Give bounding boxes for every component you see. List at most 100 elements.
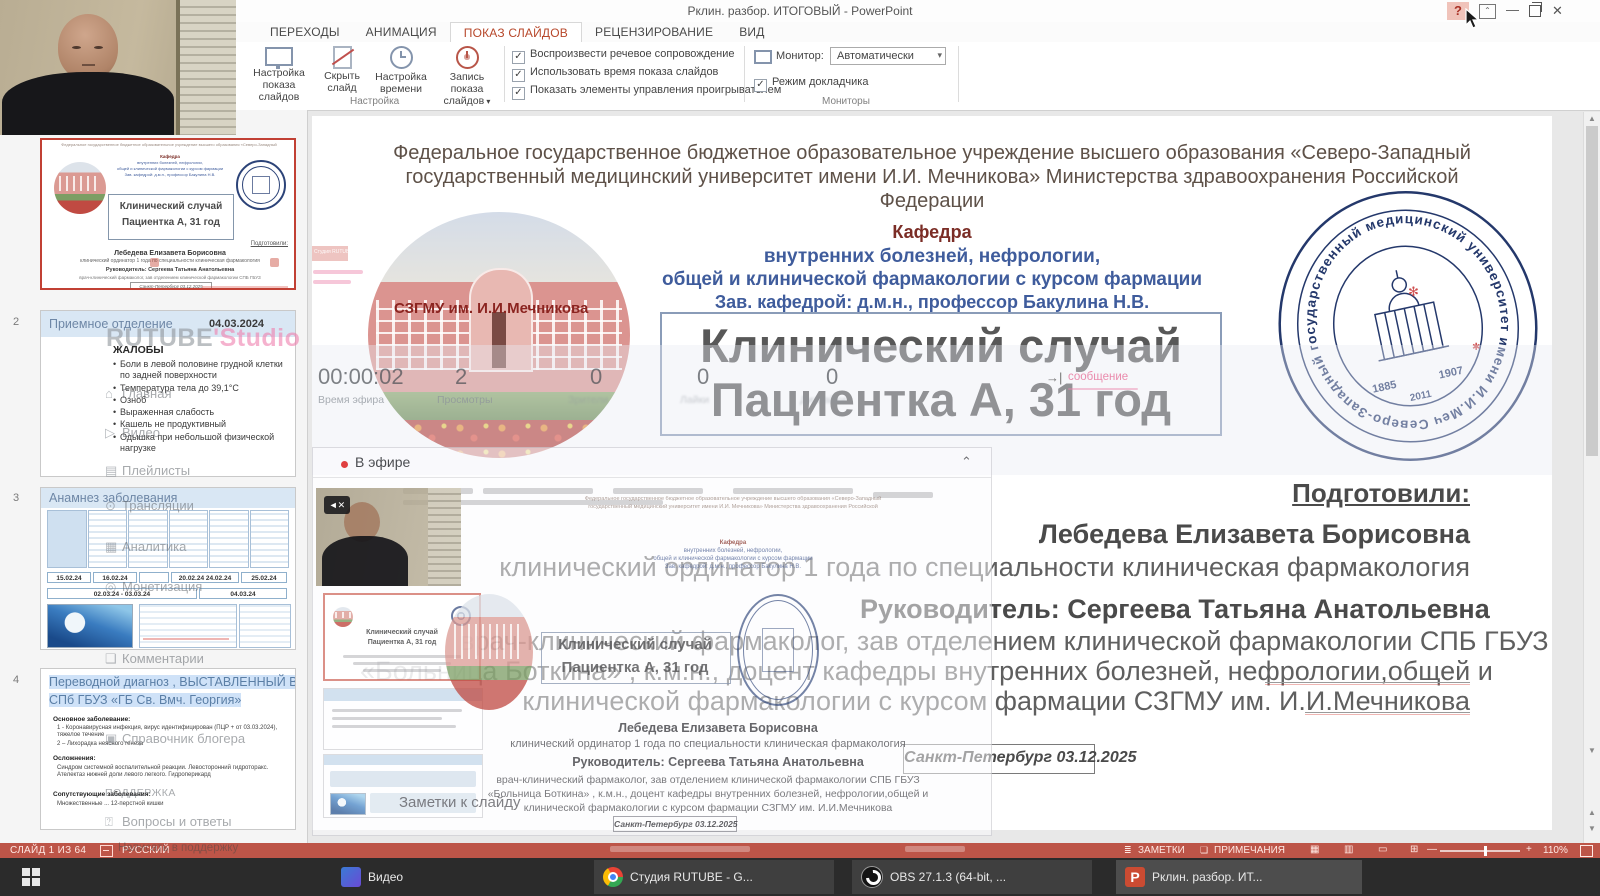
taskbar-item-video[interactable]: Видео	[332, 860, 412, 894]
tab-slideshow[interactable]: ПОКАЗ СЛАЙДОВ	[449, 22, 582, 42]
zoom-slider-thumb[interactable]	[1484, 846, 1487, 856]
thumb1-federal-text: Федеральное государственное бюджетное об…	[61, 143, 277, 147]
menu-item-write-support[interactable]: Написать в поддержку	[118, 842, 238, 854]
record-slideshow-button[interactable]: Запись показа слайдов ▾	[434, 45, 500, 107]
checkbox-play-narration[interactable]: ✓ Воспроизвести речевое сопровождение	[512, 48, 735, 64]
menu-item-faq[interactable]: ⍰ Вопросы и ответы	[105, 814, 231, 830]
decor-bar	[332, 717, 442, 720]
thumb1-dept-title: Кафедра	[160, 154, 180, 159]
taskbar-item-powerpoint[interactable]: P Рклин. разбор. ИТ...	[1116, 860, 1362, 894]
zoom-level[interactable]: 110%	[1543, 845, 1568, 857]
collapse-chevron-icon[interactable]: ⌃	[961, 454, 972, 470]
ribbon-separator	[504, 46, 505, 102]
minimize-button[interactable]: —	[1506, 2, 1519, 17]
webcam-overlay	[0, 0, 236, 135]
red-snowflake-icon: ✻	[1408, 284, 1419, 299]
thumb1-lead-sub: врач-клинический фармаколог, зав отделен…	[79, 275, 261, 280]
start-button[interactable]	[22, 868, 40, 886]
taskbar-item-label: OBS 27.1.3 (64-bit, ...	[890, 870, 1007, 884]
stream-views: 2	[455, 364, 468, 389]
thumb4-title1: Переводной диагноз , ВЫСТАВЛЕННЫЙ В	[49, 675, 296, 689]
ghost-ppt-icon	[150, 258, 159, 267]
tab-animation[interactable]: АНИМАЦИЯ	[353, 22, 450, 42]
zoom-slider-track[interactable]	[1440, 850, 1520, 852]
view-sorter-icon[interactable]: ▥	[1344, 844, 1353, 856]
next-slide-icon[interactable]: ▼	[1588, 824, 1596, 833]
menu-label: Видео	[122, 425, 160, 440]
checkbox-show-controls[interactable]: ✓ Показать элементы управления проигрыват…	[512, 84, 781, 100]
tab-review[interactable]: РЕЦЕНЗИРОВАНИЕ	[582, 22, 726, 42]
video-app-icon	[341, 867, 361, 887]
vertical-scrollbar[interactable]: ▲ ▼ ▲ ▼	[1583, 112, 1600, 843]
rehearse-timings-button[interactable]: Настройка времени	[370, 45, 432, 95]
thumb3-textbox	[139, 604, 237, 648]
scroll-down-icon[interactable]: ▼	[1588, 746, 1596, 755]
comments-icon: ❏	[1200, 845, 1209, 855]
decor-bar	[363, 669, 441, 672]
close-button[interactable]: ✕	[1552, 3, 1563, 18]
broadcast-icon: ⊙	[105, 498, 116, 513]
view-slideshow-icon[interactable]: ⊞	[1410, 844, 1418, 856]
spellcheck-icon[interactable]	[100, 845, 113, 857]
thumb1-author-sub: клинический ординатор 1 года по специаль…	[80, 258, 260, 264]
decor-bar	[332, 725, 456, 728]
monitor-dropdown[interactable]: Автоматически ▾	[830, 47, 946, 65]
ghost-slide-building	[445, 594, 533, 710]
slide-thumbnail-4[interactable]: Переводной диагноз , ВЫСТАВЛЕННЫЙ В СПб …	[40, 668, 296, 830]
tab-transitions[interactable]: ПЕРЕХОДЫ	[257, 22, 353, 42]
zoom-in-button[interactable]: +	[1526, 844, 1532, 856]
group-label-setup: Настройка	[350, 96, 400, 107]
menu-label: Главная	[122, 386, 172, 401]
taskbar-item-obs[interactable]: OBS 27.1.3 (64-bit, ...	[852, 860, 1092, 894]
ghost-thumb-title2: Пациентка А, 31 год	[367, 639, 437, 646]
ghost-studio-tab: Студия RUTUBE	[312, 246, 353, 261]
slide-prepared[interactable]: Подготовили:	[1112, 478, 1470, 509]
setup-slideshow-button[interactable]: Настройка показа слайдов	[244, 45, 314, 103]
fit-to-window-icon[interactable]	[1580, 845, 1593, 857]
view-reading-icon[interactable]: ▭	[1378, 844, 1387, 856]
menu-item-broadcasts[interactable]: ⊙ Трансляции	[105, 498, 194, 514]
decor-bar	[733, 488, 853, 494]
decor-bar	[353, 662, 451, 665]
thumb1-city-box: Санкт-Петербург 03.12.2025	[130, 282, 212, 288]
view-normal-icon[interactable]: ▦	[1310, 844, 1319, 856]
checkbox-use-timings[interactable]: ✓ Использовать время показа слайдов	[512, 66, 718, 82]
thumb1-prepared: Подготовили:	[250, 241, 288, 247]
ghost-link-bar	[313, 270, 363, 274]
thumb4-title-line2: СПб ГБУЗ «ГБ Св. Вмч. Георгия»	[49, 693, 242, 708]
menu-item-analytics[interactable]: ▦ Аналитика	[105, 539, 186, 555]
taskbar-item-rutube-chrome[interactable]: Студия RUTUBE - G...	[594, 860, 834, 894]
rutube-logo: RUTUBE'Studio	[106, 324, 300, 354]
scrollbar-thumb[interactable]	[1586, 126, 1598, 456]
thumb2-bullet: Выраженная слабость	[113, 407, 291, 419]
decor-bar	[613, 488, 703, 494]
mouse-cursor	[1465, 8, 1481, 29]
thumb1-lead: Руководитель: Сергеева Татьяна Анатольев…	[105, 267, 235, 273]
scroll-up-icon[interactable]: ▲	[1588, 114, 1596, 123]
win-pane	[32, 868, 40, 876]
monetization-icon: ◎	[105, 579, 117, 594]
checkbox-presenter-mode[interactable]: ✓ Режим докладчика	[754, 76, 868, 92]
checkbox-icon: ✓	[512, 87, 525, 100]
menu-item-home[interactable]: ⌂ Главная	[105, 386, 171, 401]
slide-thumbnail-1[interactable]: Федеральное государственное бюджетное об…	[40, 138, 296, 290]
question-icon: ⍰	[105, 814, 113, 829]
spellcheck-squiggle	[1265, 684, 1470, 685]
status-notes-button[interactable]: ЗАМЕТКИ	[1138, 845, 1185, 857]
menu-item-monetization[interactable]: ◎ Монетизация	[105, 579, 202, 595]
menu-item-playlists[interactable]: ▤ Плейлисты	[105, 463, 190, 479]
hide-slide-button[interactable]: Скрыть слайд	[318, 45, 366, 94]
menu-item-video[interactable]: ▷ Видео	[105, 425, 160, 441]
slide-number-2: 2	[13, 316, 20, 328]
menu-item-blogger-guide[interactable]: ▣ Справочник блогера	[105, 731, 245, 747]
zoom-out-button[interactable]: —	[1427, 844, 1437, 856]
slide-number-4: 4	[13, 674, 20, 686]
restore-button[interactable]	[1529, 2, 1542, 17]
menu-item-comments[interactable]: ❑ Комментарии	[105, 651, 204, 667]
slide-number-3: 3	[13, 492, 20, 504]
win-pane	[32, 878, 40, 886]
status-comments-button[interactable]: ПРИМЕЧАНИЯ	[1214, 845, 1285, 857]
prev-slide-icon[interactable]: ▲	[1588, 808, 1596, 817]
tab-view[interactable]: ВИД	[726, 22, 777, 42]
taskbar-item-label: Рклин. разбор. ИТ...	[1152, 870, 1263, 884]
